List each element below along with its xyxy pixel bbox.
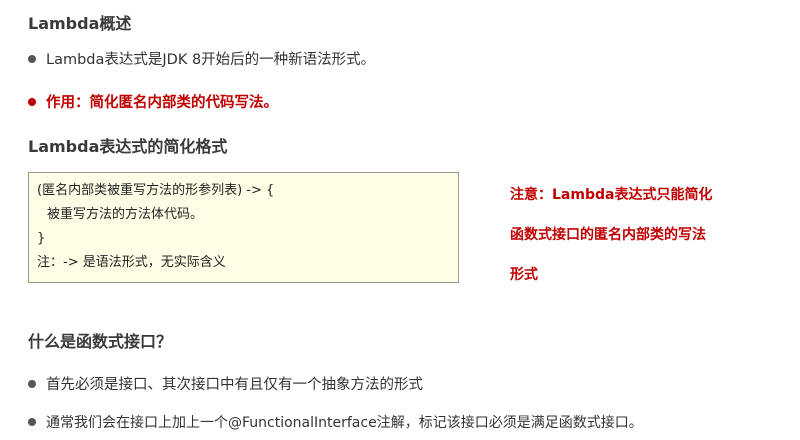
note-line: 注意：Lambda表达式只能简化 [510, 187, 713, 203]
code-line: (匿名内部类被重写方法的形参列表) -> { [37, 183, 275, 198]
overview-bullet-2-text: 作用：简化匿名内部类的代码写法。 [46, 95, 278, 111]
bullet-dot-icon [28, 418, 36, 426]
code-line: 注：-> 是语法形式，无实际含义 [37, 255, 226, 270]
code-line: } [37, 231, 46, 246]
functional-interface-bullet-1-text: 首先必须是接口、其次接口中有且仅有一个抽象方法的形式 [46, 377, 423, 393]
functional-interface-title: 什么是函数式接口？ [28, 332, 173, 351]
bullet-dot-icon [28, 97, 36, 106]
functional-interface-bullet-2-text: 通常我们会在接口上加上一个@FunctionalInterface注解，标记该接… [46, 415, 643, 431]
bullet-dot-icon [28, 54, 36, 63]
lambda-syntax-box: (匿名内部类被重写方法的形参列表) -> { 被重写方法的方法体代码。 } 注：… [28, 172, 459, 283]
code-line: 被重写方法的方法体代码。 [47, 207, 204, 222]
format-section-title: Lambda表达式的简化格式 [28, 137, 228, 156]
overview-bullet-2: 作用：简化匿名内部类的代码写法。 [28, 91, 278, 112]
bullet-dot-icon [28, 379, 36, 388]
overview-title: Lambda概述 [28, 14, 132, 33]
note-line: 函数式接口的匿名内部类的写法 [510, 227, 706, 243]
overview-bullet-1-text: Lambda表达式是JDK 8开始后的一种新语法形式。 [46, 52, 376, 68]
functional-interface-bullet-1: 首先必须是接口、其次接口中有且仅有一个抽象方法的形式 [28, 373, 423, 394]
note-line: 形式 [510, 267, 538, 283]
slide: Lambda概述 Lambda表达式是JDK 8开始后的一种新语法形式。 作用：… [0, 0, 800, 440]
overview-bullet-1: Lambda表达式是JDK 8开始后的一种新语法形式。 [28, 48, 375, 69]
functional-interface-bullet-2: 通常我们会在接口上加上一个@FunctionalInterface注解，标记该接… [28, 412, 643, 432]
